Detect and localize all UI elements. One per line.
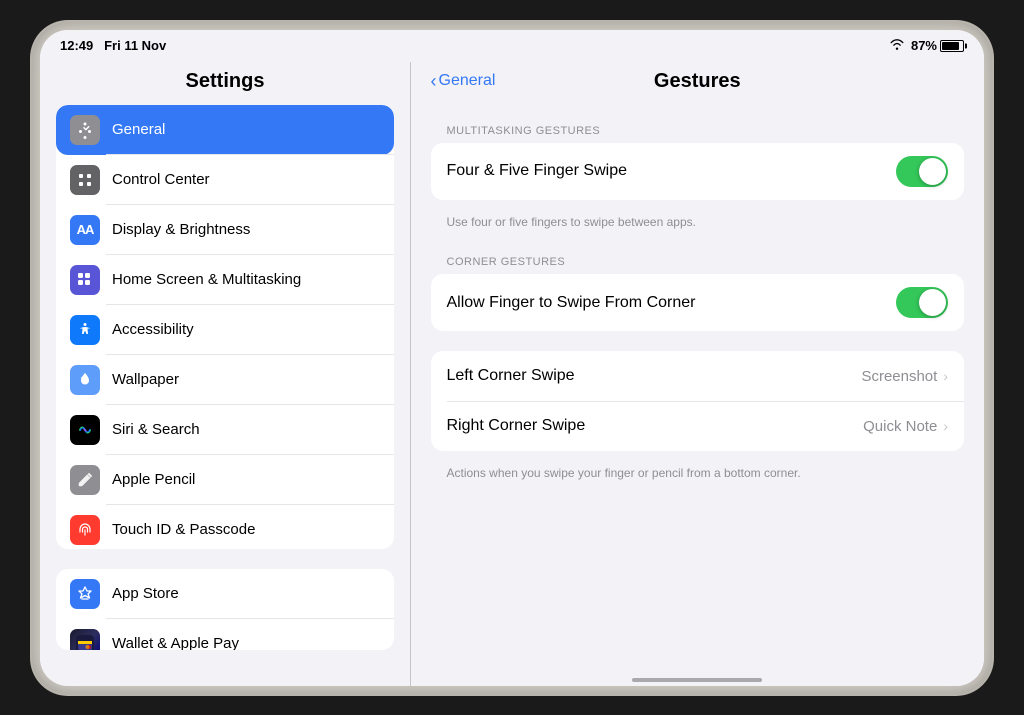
four-five-finger-row: Four & Five Finger Swipe [431, 143, 965, 200]
wallpaper-label: Wallpaper [112, 371, 179, 388]
allow-corner-swipe-row: Allow Finger to Swipe From Corner [431, 274, 965, 331]
battery-indicator: 87% [911, 38, 964, 53]
ipad-screen: 12:49 Fri 11 Nov 87% [40, 30, 984, 686]
back-chevron-icon: ‹ [431, 72, 437, 90]
sidebar-item-appstore[interactable]: App Store [56, 569, 394, 619]
left-corner-row[interactable]: Left Corner Swipe Screenshot › [431, 351, 965, 401]
sidebar-section-apps: App Store Wallet & Apple [56, 569, 394, 650]
status-time: 12:49 Fri 11 Nov [60, 38, 166, 53]
right-panel-content: MULTITASKING GESTURES Four & Five Finger… [411, 103, 985, 670]
back-label: General [439, 72, 496, 90]
allow-corner-swipe-label: Allow Finger to Swipe From Corner [447, 294, 696, 312]
battery-fill [942, 42, 959, 50]
wallet-icon [70, 629, 100, 650]
corner-section-header: CORNER GESTURES [431, 242, 965, 274]
left-corner-value: Screenshot [861, 368, 937, 385]
right-corner-row[interactable]: Right Corner Swipe Quick Note › [431, 401, 965, 451]
home-bar-line [632, 678, 762, 682]
main-content: Settings General [40, 62, 984, 686]
control-center-label: Control Center [112, 171, 210, 188]
allow-corner-swipe-toggle[interactable] [896, 287, 948, 318]
general-label: General [112, 121, 165, 138]
appstore-icon [70, 579, 100, 609]
wifi-icon [889, 38, 905, 53]
sidebar-item-homescreen[interactable]: Home Screen & Multitasking [56, 255, 394, 305]
home-bar [411, 670, 985, 686]
siri-icon [70, 415, 100, 445]
date-display: Fri 11 Nov [104, 38, 166, 53]
sidebar: Settings General [40, 62, 410, 686]
pencil-icon [70, 465, 100, 495]
ipad-frame: 12:49 Fri 11 Nov 87% [32, 22, 992, 694]
sidebar-item-accessibility[interactable]: Accessibility [56, 305, 394, 355]
sidebar-item-general[interactable]: General [56, 105, 394, 155]
sidebar-item-control-center[interactable]: Control Center [56, 155, 394, 205]
accessibility-icon [70, 315, 100, 345]
status-right: 87% [889, 38, 964, 53]
left-corner-label: Left Corner Swipe [447, 367, 575, 385]
wallet-label: Wallet & Apple Pay [112, 635, 239, 649]
corner-actions-group: Left Corner Swipe Screenshot › Right Cor… [431, 351, 965, 451]
back-button[interactable]: ‹ General [431, 72, 496, 90]
right-corner-label: Right Corner Swipe [447, 417, 586, 435]
sidebar-item-display[interactable]: AA Display & Brightness [56, 205, 394, 255]
corner-actions-description: Actions when you swipe your finger or pe… [431, 459, 965, 494]
battery-percent: 87% [911, 38, 937, 53]
multitasking-section-header: MULTITASKING GESTURES [431, 111, 965, 143]
four-five-finger-label: Four & Five Finger Swipe [447, 162, 628, 180]
right-corner-value: Quick Note [863, 418, 937, 435]
sidebar-item-wallpaper[interactable]: Wallpaper [56, 355, 394, 405]
sidebar-item-wallet[interactable]: Wallet & Apple Pay [56, 619, 394, 650]
right-header: ‹ General Gestures [411, 62, 985, 103]
sidebar-title: Settings [56, 62, 394, 105]
pencil-label: Apple Pencil [112, 471, 195, 488]
toggle-knob-2 [919, 289, 946, 316]
sidebar-item-siri[interactable]: Siri & Search [56, 405, 394, 455]
multitasking-group: Four & Five Finger Swipe [431, 143, 965, 200]
right-corner-chevron: › [943, 418, 948, 434]
left-corner-right: Screenshot › [861, 368, 948, 385]
accessibility-label: Accessibility [112, 321, 194, 338]
siri-label: Siri & Search [112, 421, 200, 438]
status-bar: 12:49 Fri 11 Nov 87% [40, 30, 984, 62]
homescreen-label: Home Screen & Multitasking [112, 271, 301, 288]
sidebar-item-pencil[interactable]: Apple Pencil [56, 455, 394, 505]
sidebar-item-touchid[interactable]: Touch ID & Passcode [56, 505, 394, 549]
homescreen-icon [70, 265, 100, 295]
four-five-finger-description: Use four or five fingers to swipe betwee… [431, 208, 965, 243]
battery-bar [940, 40, 964, 52]
right-panel-title: Gestures [654, 70, 741, 93]
display-icon: AA [70, 215, 100, 245]
right-corner-right: Quick Note › [863, 418, 948, 435]
control-center-icon [70, 165, 100, 195]
display-label: Display & Brightness [112, 221, 250, 238]
toggle-knob [919, 158, 946, 185]
corner-group: Allow Finger to Swipe From Corner [431, 274, 965, 331]
general-icon [70, 115, 100, 145]
sidebar-section-main: General Control Center [56, 105, 394, 549]
appstore-label: App Store [112, 585, 179, 602]
touchid-label: Touch ID & Passcode [112, 521, 255, 538]
right-panel: ‹ General Gestures MULTITASKING GESTURES… [411, 62, 985, 686]
time-display: 12:49 [60, 38, 93, 53]
four-five-finger-toggle[interactable] [896, 156, 948, 187]
touchid-icon [70, 515, 100, 545]
left-corner-chevron: › [943, 368, 948, 384]
wallpaper-icon [70, 365, 100, 395]
